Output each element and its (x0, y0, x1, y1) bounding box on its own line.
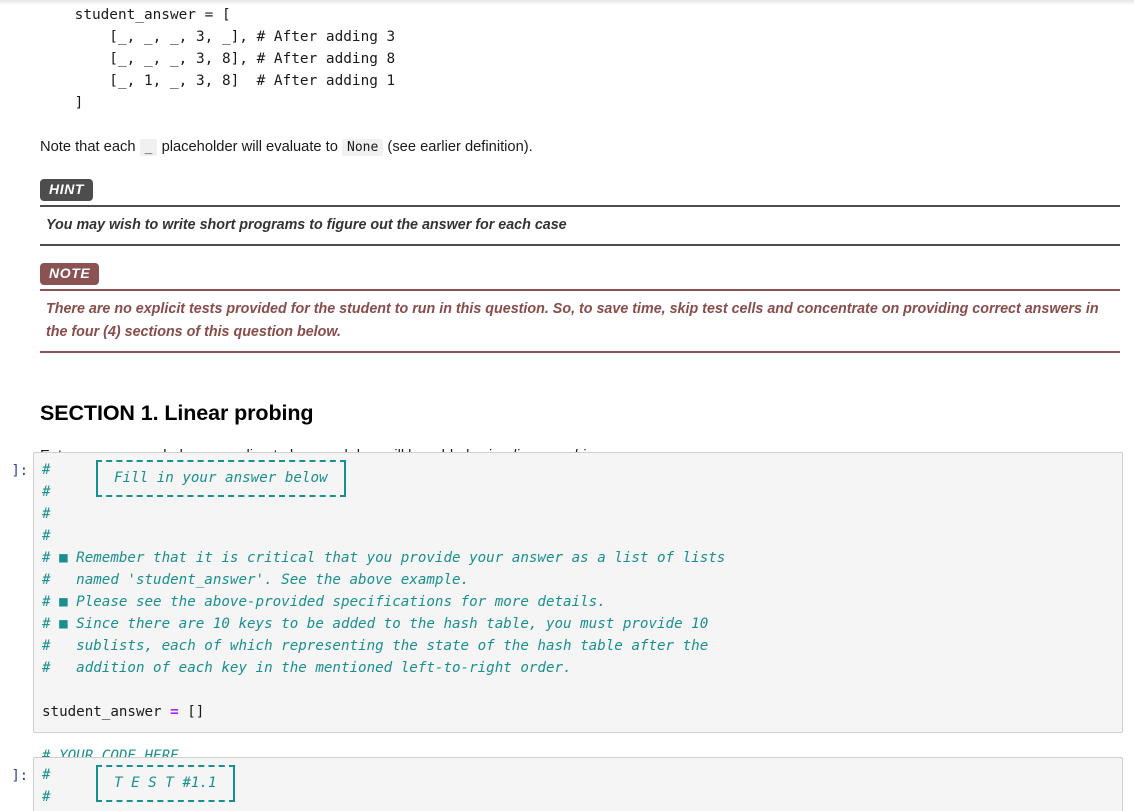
inline-code-underscore: _ (139, 139, 158, 156)
note-admonition: NOTE There are no explicit tests provide… (40, 263, 1120, 353)
markdown-region: student_answer = [ [_, _, _, 3, _], # Af… (40, 0, 1122, 466)
banner-area-2: # # # T E S T #1.1 (34, 764, 1122, 811)
hint-bottom-rule (40, 244, 1120, 246)
banner-box-2: T E S T #1.1 (96, 765, 235, 802)
code-cell-answer[interactable]: ]: # # # Fill in your answer below # # ■… (0, 452, 1123, 786)
comment-block-1: # # ■ Remember that it is critical that … (34, 525, 1122, 679)
assignment-operator: = (170, 704, 179, 720)
inline-code-none: None (342, 139, 384, 156)
notebook-page: student_answer = [ [_, _, _, 3, _], # Af… (0, 0, 1134, 811)
banner-area-1: # # # Fill in your answer below (34, 459, 1122, 525)
note-text-middle: placeholder will evaluate to (161, 139, 338, 155)
hint-admonition: HINT You may wish to write short program… (40, 179, 1120, 246)
note-bottom-rule (40, 351, 1120, 353)
banner-text-1: Fill in your answer below (96, 460, 346, 497)
assignment-value: [] (187, 704, 205, 720)
code-statement-assignment: student_answer = [] (34, 701, 1122, 723)
banner-box-1: Fill in your answer below (96, 460, 346, 497)
note-body-text: There are no explicit tests provided for… (46, 301, 1099, 340)
note-text-before: Note that each (40, 139, 136, 155)
page-title: SECTION 1. Linear probing (40, 401, 314, 425)
variable-name: student_answer (42, 704, 162, 720)
code-cell-test[interactable]: ]: # # # T E S T #1.1 (0, 757, 1123, 811)
note-text-after: (see earlier definition). (387, 139, 533, 155)
example-code-block: student_answer = [ [_, _, _, 3, _], # Af… (74, 7, 396, 111)
hint-body-text: You may wish to write short programs to … (46, 217, 567, 233)
code-editor-2[interactable]: # # # T E S T #1.1 (33, 757, 1123, 811)
comment-lines-1: # # ■ Remember that it is critical that … (42, 528, 726, 676)
banner-text-2: T E S T #1.1 (96, 765, 235, 802)
placeholder-note-paragraph: Note that each _ placeholder will evalua… (40, 137, 1122, 158)
note-badge: NOTE (40, 263, 100, 285)
code-editor-1[interactable]: # # # Fill in your answer below # # ■ Re… (33, 452, 1123, 786)
top-edge-shadow (0, 0, 1134, 5)
cell-prompt-2[interactable]: ]: (0, 757, 33, 787)
cell-prompt-1[interactable]: ]: (0, 452, 33, 482)
hint-badge: HINT (40, 179, 94, 201)
